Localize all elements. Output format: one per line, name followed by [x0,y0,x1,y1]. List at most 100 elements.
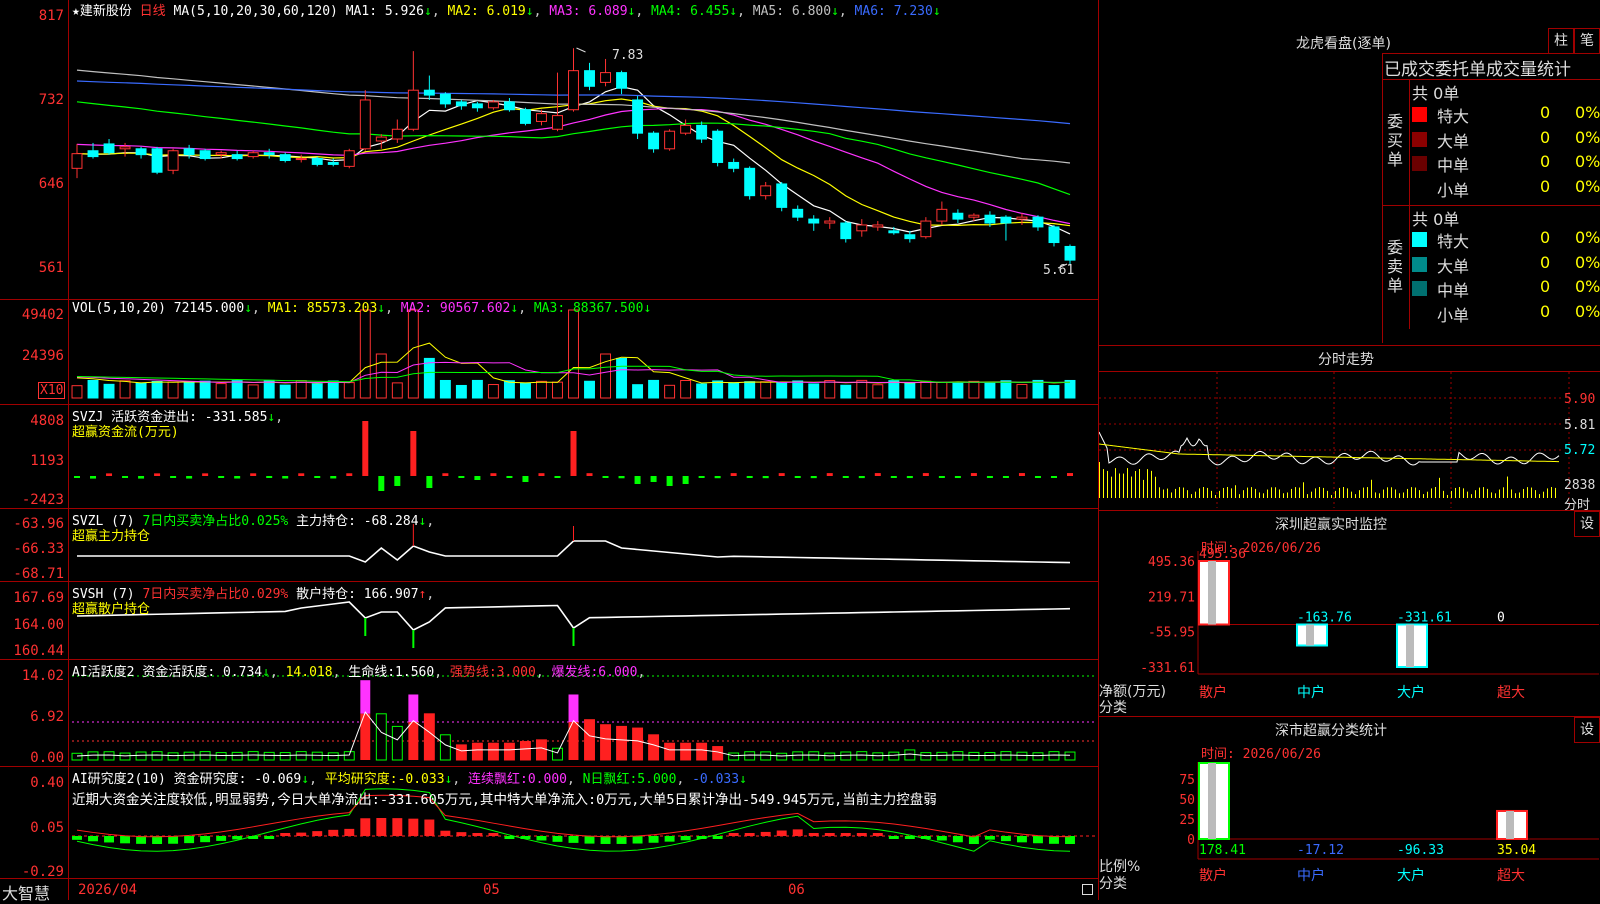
candle-body [263,152,275,156]
order-type-label: 小单 [1437,305,1470,325]
activity-bar [135,751,147,761]
order-row: 大单 0 0% [1412,128,1600,152]
volume-bar [824,380,836,399]
color-swatch [1412,156,1427,171]
activity-bar [872,752,884,761]
intraday-chart[interactable] [1099,372,1600,510]
longhu-subtitle: 已成交委托单成交量统计 [1384,60,1571,80]
period-label[interactable]: 日线 [140,4,166,19]
research-bar [776,830,787,836]
activity-bar [279,752,291,761]
logo[interactable]: 大智慧 [2,880,50,904]
money-flow-bar [570,431,577,476]
order-pct: 0% [1575,252,1600,272]
candle-body [279,154,291,162]
activity-bar [776,752,788,761]
volume-bar [391,382,403,399]
order-row: 特大 0 0% [1412,103,1600,127]
research-bar [792,829,803,836]
activity-bar [648,734,660,761]
candle-body [295,158,307,161]
intraday-volume-bar [1455,487,1456,498]
classify-bar-shade [1208,763,1216,839]
activity-bar [375,713,387,761]
volume-bar [888,380,900,399]
candle-body [1064,245,1076,261]
intraday-volume-bar [1119,473,1120,498]
intraday-volume-bar [1175,488,1176,498]
candle-body [536,113,547,122]
order-row: 中单 0 0% [1412,277,1600,301]
volume-bar [519,382,531,399]
volume-bar [536,380,547,399]
classify-x-label: 分类 [1099,876,1127,892]
volume-bar [439,379,451,399]
volume-bar [552,381,563,399]
candle-body [311,158,323,165]
candle-body [423,89,435,96]
intraday-volume-bar [1451,490,1452,498]
intraday-volume-bar [1231,488,1232,498]
y-tick: 0.05 [30,820,64,836]
svsh-value: 166.907 [363,587,419,602]
volume-bar [760,381,772,399]
intraday-volume-bar [1403,492,1404,498]
candle-body [199,150,211,160]
candle-body [439,93,451,105]
tick-mode-button[interactable]: 笔 [1574,28,1600,54]
candle-body [375,136,387,142]
volume-bar [632,384,644,399]
ma3-value: 6.089 [588,4,628,19]
money-flow-bar [698,476,705,478]
intraday-volume-bar [1167,488,1168,498]
research-bar [744,833,755,836]
order-count: 0 [1540,252,1551,272]
ma-line-3 [76,107,1071,225]
candle-body [568,70,579,111]
research-bar [456,832,467,836]
activity-burst-bar [360,680,371,714]
intraday-volume-bar [1355,494,1356,498]
intraday-volume-bar [1163,489,1164,498]
intraday-volume-bar [1267,489,1268,498]
intraday-volume-bar [1219,490,1220,498]
y-tick: 160.44 [13,643,64,659]
order-type-label: 大单 [1437,131,1470,151]
candle-body [1032,216,1044,228]
intraday-volume-bar [1367,487,1368,498]
activity-bar [680,742,692,761]
research-bar [536,836,547,841]
y-tick: 817 [38,8,64,24]
money-flow-bar [666,476,673,486]
intraday-volume-bar [1191,494,1192,498]
classify-category: 大户 [1397,867,1425,884]
volume-bar [952,381,964,399]
lock-icon[interactable] [1082,884,1093,895]
volume-bar [295,380,307,399]
volume-bar [1000,380,1012,399]
candle-body [920,220,932,238]
intraday-volume-bar [1391,487,1392,498]
research-bar [1049,836,1059,844]
volume-bar [1032,379,1044,399]
intraday-volume-bar [1511,489,1512,498]
activity-bar [343,751,355,761]
bar-mode-button[interactable]: 柱 [1548,28,1574,54]
volume-bar [616,357,628,399]
chart-area[interactable]: ★建新股份 日线 MA(5,10,20,30,60,120) MA1: 5.92… [0,0,1099,903]
stock-name[interactable]: 建新股份 [80,4,132,19]
research-bar [952,836,963,843]
ma6-value: 7.230 [893,4,933,19]
order-count: 0 [1540,127,1551,147]
candle-body [856,224,868,232]
candle-body [632,99,644,134]
money-flow-bar [602,476,609,478]
intraday-volume-bar [1187,490,1188,498]
color-swatch [1412,256,1427,272]
intraday-volume-bar [1203,487,1204,498]
intraday-volume-bar [1339,487,1340,498]
volume-bar [279,384,291,399]
monitor-bar-shade [1208,561,1216,625]
money-flow-bar [954,476,961,479]
chart-canvas[interactable] [0,0,1099,900]
